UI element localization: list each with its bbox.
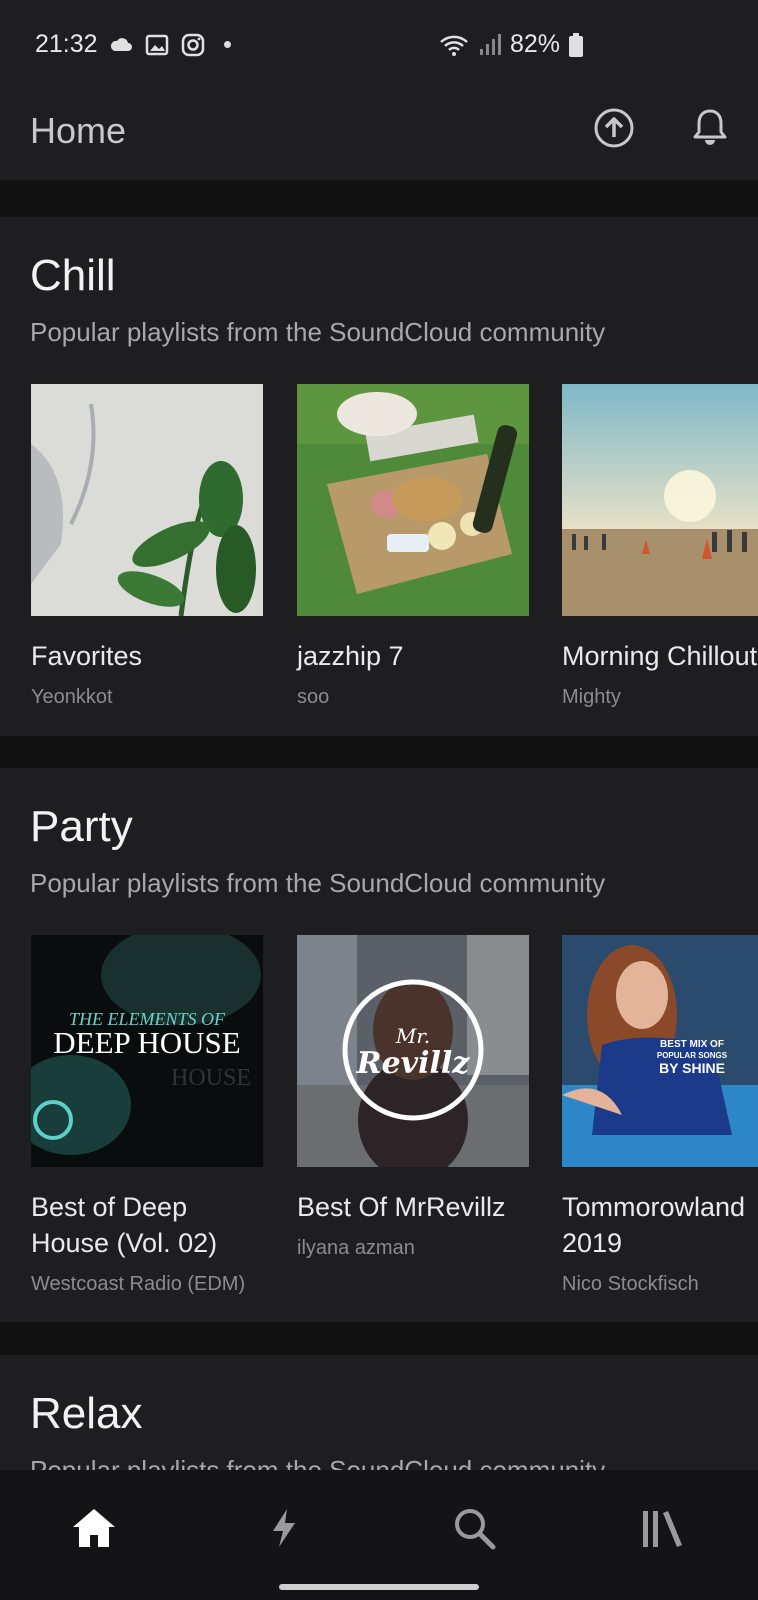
- playlist-card[interactable]: jazzhip 7 soo: [297, 384, 529, 709]
- playlist-card[interactable]: THE ELEMENTS OF DEEP HOUSE HOUSE Best of…: [31, 935, 263, 1296]
- playlist-card[interactable]: Morning Chillout Mighty: [562, 384, 758, 709]
- wifi-icon: [440, 35, 468, 56]
- image-icon: [145, 34, 168, 55]
- playlist-title[interactable]: Tommorowland 2019: [562, 1189, 758, 1261]
- playlist-artwork[interactable]: [562, 384, 758, 616]
- section-subtitle: Popular playlists from the SoundCloud co…: [30, 317, 606, 347]
- instagram-icon: [181, 33, 204, 56]
- section-party: Party Popular playlists from the SoundCl…: [0, 768, 758, 1322]
- status-time: 21:32: [35, 30, 98, 58]
- nav-search[interactable]: [444, 1498, 504, 1558]
- playlist-artwork[interactable]: [31, 384, 263, 616]
- section-chill: Chill Popular playlists from the SoundCl…: [0, 217, 758, 736]
- library-icon[interactable]: [640, 1507, 684, 1549]
- playlist-title[interactable]: Morning Chillout: [562, 638, 758, 674]
- playlist-user[interactable]: soo: [297, 686, 529, 709]
- playlist-user[interactable]: Westcoast Radio (EDM): [31, 1273, 263, 1296]
- dot-icon: [223, 41, 231, 48]
- playlist-card[interactable]: BEST MIX OF POPULAR SONGS BY SHINE Tommo…: [562, 935, 758, 1296]
- search-icon[interactable]: [452, 1506, 496, 1550]
- battery-percent: 82%: [510, 30, 561, 58]
- playlist-card[interactable]: Favorites Yeonkkot: [31, 384, 263, 709]
- playlist-title[interactable]: jazzhip 7: [297, 638, 529, 674]
- playlist-artwork[interactable]: Mr. Revillz: [297, 935, 529, 1167]
- playlist-user[interactable]: Nico Stockfisch: [562, 1273, 758, 1296]
- bottom-navigation: [0, 1470, 758, 1600]
- art-text-line3: BY SHINE: [659, 1060, 725, 1076]
- section-title: Party: [30, 802, 133, 851]
- app-header: Home: [0, 92, 758, 180]
- playlist-title[interactable]: Favorites: [31, 638, 263, 674]
- playlist-user[interactable]: Mighty: [562, 686, 758, 709]
- signal-icon: [480, 33, 501, 55]
- section-subtitle: Popular playlists from the SoundCloud co…: [30, 868, 606, 898]
- playlist-title[interactable]: Best Of MrRevillz: [297, 1189, 529, 1225]
- upload-icon[interactable]: [592, 106, 636, 150]
- nav-home[interactable]: [64, 1498, 124, 1558]
- section-title: Relax: [30, 1389, 143, 1438]
- art-text-revillz: Revillz: [356, 1046, 471, 1081]
- playlist-card[interactable]: Mr. Revillz Best Of MrRevillz ilyana azm…: [297, 935, 529, 1260]
- playlist-artwork[interactable]: [297, 384, 529, 616]
- section-relax: Relax Popular playlists from the SoundCl…: [0, 1355, 758, 1470]
- bell-icon[interactable]: [688, 106, 732, 150]
- playlist-artwork[interactable]: THE ELEMENTS OF DEEP HOUSE HOUSE: [31, 935, 263, 1167]
- stream-icon[interactable]: [269, 1507, 299, 1549]
- playlist-artwork[interactable]: BEST MIX OF POPULAR SONGS BY SHINE: [562, 935, 758, 1167]
- home-icon[interactable]: [71, 1507, 117, 1549]
- section-subtitle: Popular playlists from the SoundCloud co…: [30, 1455, 606, 1470]
- playlist-user[interactable]: Yeonkkot: [31, 686, 263, 709]
- art-text-mr: Mr.: [395, 1024, 430, 1048]
- cloud-icon: [110, 37, 132, 51]
- home-indicator[interactable]: [279, 1584, 479, 1590]
- page-title: Home: [30, 110, 127, 151]
- battery-icon: [569, 32, 584, 57]
- nav-library[interactable]: [632, 1498, 692, 1558]
- art-text-main: DEEP HOUSE: [53, 1025, 240, 1060]
- art-text-echo: HOUSE: [171, 1065, 251, 1091]
- art-text-line2: POPULAR SONGS: [657, 1051, 728, 1060]
- section-title: Chill: [30, 251, 116, 300]
- nav-stream[interactable]: [254, 1498, 314, 1558]
- status-bar: 21:32 82%: [0, 0, 758, 92]
- playlist-title[interactable]: Best of Deep House (Vol. 02): [31, 1189, 263, 1261]
- art-text-line1: BEST MIX OF: [660, 1039, 724, 1050]
- playlist-user[interactable]: ilyana azman: [297, 1237, 529, 1260]
